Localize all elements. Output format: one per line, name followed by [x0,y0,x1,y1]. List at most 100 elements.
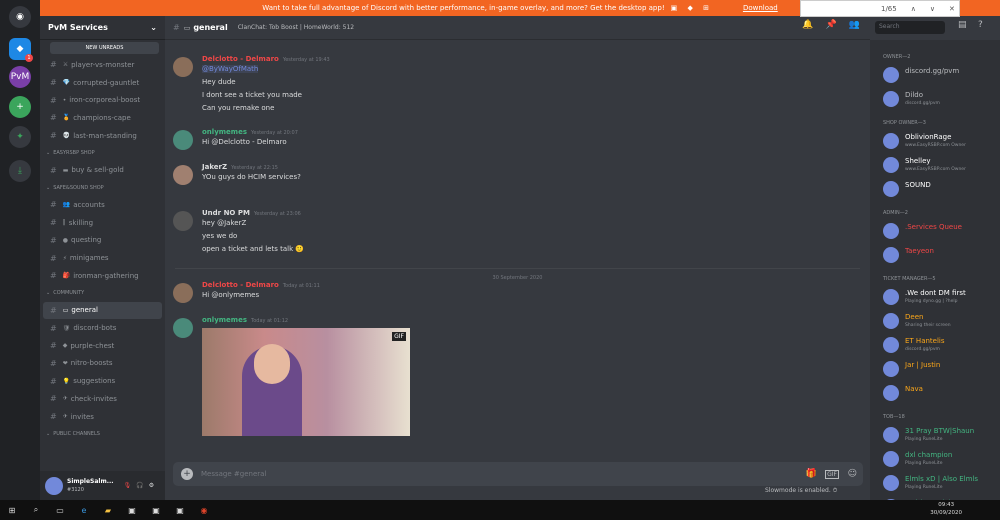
member-status: www.EasyRSBP.com Owner [905,143,966,148]
channel-item[interactable]: # ❤ nitro-boosts [40,355,165,373]
server-rail: ◉ ◆ 1 PvM + ✦ ⤓ [0,0,40,500]
member-item[interactable]: 31 Pray BTW|Shaun Playing RuneLite [883,426,998,446]
members-icon[interactable]: 👥 [849,20,860,30]
composer-placeholder[interactable]: Message #general [201,470,266,478]
channel-emoji-icon: ▬ [62,166,69,174]
server-icon-pvm[interactable]: PvM [9,66,31,88]
gif-picker-icon[interactable]: GIF [825,469,839,479]
avatar[interactable] [173,211,193,231]
member-item[interactable]: SOUND [883,180,998,200]
avatar[interactable] [173,130,193,150]
channel-label: invites [70,412,94,421]
channel-category[interactable]: ⌄ COMMUNITY [40,285,165,302]
chevron-down-icon[interactable]: ⌄ [150,23,157,32]
find-prev-icon[interactable]: ∧ [911,5,916,13]
channel-topic[interactable]: ClanChat: Tob Boost | HomeWorld: 512 [238,24,354,31]
member-item[interactable]: ET Hantelis discord.gg/pvm [883,336,998,356]
channel-category[interactable]: ⌄ SAFE&SOUND SHOP [40,179,165,196]
message-author[interactable]: Undr NO PM [202,209,250,217]
channel-item[interactable]: # • iron-corporeal-boost [40,91,165,109]
search-input[interactable]: Search [875,21,945,34]
avatar[interactable] [173,283,193,303]
gif-attachment[interactable]: GIF [202,328,410,436]
member-item[interactable]: Jar | Justin [883,360,998,380]
member-item[interactable]: Taeyeon [883,246,998,266]
server-header[interactable]: PvM Services ⌄ [40,16,165,40]
message-author[interactable]: Delclotto - Delmaro [202,281,279,289]
headphones-icon[interactable]: 🎧 [136,482,143,489]
channel-category[interactable]: ⌄ PUBLIC CHANNELS [40,425,165,442]
mute-icon[interactable]: 🎙 [124,482,132,489]
member-item[interactable]: OblivionRage www.EasyRSBP.com Owner [883,132,998,152]
chrome-icon[interactable]: ◉ [192,506,216,515]
app-icon-1[interactable]: ▣ [120,506,144,515]
message-author[interactable]: onlymemes [202,316,247,324]
channel-item[interactable]: # ● questing [40,232,165,250]
member-item[interactable]: discord.gg/pvm [883,66,998,86]
channel-item[interactable]: # ‖ skilling [40,214,165,232]
message-composer[interactable]: + Message #general 🎁 GIF ☺ [173,462,863,486]
settings-gear-icon[interactable]: ⚙ [149,482,154,489]
discord-home-icon[interactable]: ◉ [9,6,31,28]
avatar[interactable] [173,165,193,185]
member-item[interactable]: Deen Sharing their screen [883,312,998,332]
member-item[interactable]: Shelley www.EasyRSBP.com Owner [883,156,998,176]
new-unreads-pill[interactable]: NEW UNREADS [50,42,159,54]
channel-item[interactable]: # ▬ buy & sell-gold [40,161,165,179]
search-icon[interactable]: ⌕ [24,505,48,515]
channel-item[interactable]: # ✈ check-invites [40,390,165,408]
avatar[interactable] [45,476,63,495]
channel-item[interactable]: # 🏅 champions-cape [40,109,165,127]
help-icon[interactable]: ? [978,20,983,30]
channel-item[interactable]: # ◆ purple-chest [40,337,165,355]
avatar [883,181,899,197]
find-bar[interactable]: 1/65 ∧ ∨ ✕ [800,0,960,17]
channel-item[interactable]: # 💡 suggestions [40,372,165,390]
bell-icon[interactable]: 🔔 [802,20,813,30]
channel-item[interactable]: # 🎒 ironman-gathering [40,267,165,285]
edge-icon[interactable]: e [72,506,96,515]
avatar[interactable] [173,318,193,338]
message-author[interactable]: onlymemes [202,128,247,136]
add-server-icon[interactable]: + [9,96,31,118]
message-author[interactable]: Delclotto - Delmaro [202,55,279,63]
channel-item[interactable]: # 💎 corrupted-gauntlet [40,74,165,92]
add-attachment-icon[interactable]: + [181,468,193,480]
channel-item[interactable]: # ⚡ minigames [40,249,165,267]
pin-icon[interactable]: 📌 [826,20,837,30]
member-item[interactable]: .We dont DM first Playing dyno.gg | ?help [883,288,998,308]
channel-item[interactable]: # 👥 accounts [40,196,165,214]
system-clock[interactable]: 09:43 30/09/2020 [930,501,962,517]
channel-label: purple-chest [70,341,115,350]
channel-title: general [193,23,228,32]
channel-item[interactable]: # ✈ invites [40,408,165,426]
file-explorer-icon[interactable]: ▰ [96,506,120,515]
find-close-icon[interactable]: ✕ [949,5,955,13]
explore-icon[interactable]: ✦ [9,126,31,148]
inbox-icon[interactable]: ▤ [958,20,967,30]
emoji-icon[interactable]: ☺ [848,469,857,479]
channel-item[interactable]: # ⚔ player-vs-monster [40,56,165,74]
channel-category[interactable]: ⌄ EASYRSBP SHOP [40,144,165,161]
banner-text: Want to take full advantage of Discord w… [262,4,665,12]
app-icon-2[interactable]: ▣ [144,506,168,515]
member-item[interactable]: .Services Queue [883,222,998,242]
task-view-icon[interactable]: ▭ [48,506,72,515]
download-link[interactable]: Download [743,4,778,12]
windows-start-icon[interactable]: ⊞ [0,506,24,515]
message-author[interactable]: JakerZ [202,163,227,171]
gift-icon[interactable]: 🎁 [806,469,817,479]
mention[interactable]: @ByWayOfMath [202,65,259,73]
server-icon-1[interactable]: ◆ 1 [9,38,33,62]
member-item[interactable]: Dildo discord.gg/pvm [883,90,998,110]
avatar[interactable] [173,57,193,77]
download-icon[interactable]: ⤓ [9,160,31,182]
channel-item[interactable]: # ▭ general [43,301,162,320]
member-item[interactable]: Elmls xD | Also Elmls Playing RuneLite [883,474,998,494]
channel-item[interactable]: # 💀 last-man-standing [40,127,165,145]
member-item[interactable]: Nava [883,384,998,404]
member-item[interactable]: dxl champion Playing RuneLite [883,450,998,470]
app-icon-3[interactable]: ▣ [168,506,192,515]
channel-item[interactable]: # 🛡 discord-bots [40,319,165,337]
find-next-icon[interactable]: ∨ [930,5,935,13]
